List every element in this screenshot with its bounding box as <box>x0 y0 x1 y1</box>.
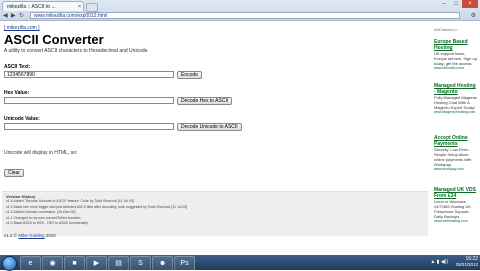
window-controls: – □ × <box>438 0 478 8</box>
close-window-icon[interactable]: × <box>462 0 478 8</box>
minecraft-icon[interactable]: ■ <box>64 256 85 271</box>
ad-choices-label[interactable]: AdChoices ▷ <box>434 27 458 32</box>
start-button[interactable] <box>2 256 17 271</box>
ad-item[interactable]: Managed UK VDS From £34 Linux or Windows… <box>434 187 478 223</box>
ad-description: Security. Low Fees - Simple Setup Allow … <box>434 147 472 167</box>
site-home-link[interactable]: [ mikezilla.com ] <box>4 25 40 31</box>
ascii-label: ASCII Text: <box>4 64 31 70</box>
ad-sidebar: AdChoices ▷ Europe Based Hosting UK supp… <box>432 21 480 255</box>
clear-button[interactable]: Clear <box>4 169 24 177</box>
minimize-icon[interactable]: – <box>438 0 450 8</box>
forward-arrow-icon[interactable]: ▶ <box>11 12 16 19</box>
ad-title[interactable]: Accept Online Payments <box>434 135 478 147</box>
main-content: [ mikezilla.com ] ASCII Converter A util… <box>0 21 430 255</box>
ad-description: Linux or Windows, 24/7/365 Hosting UK Fr… <box>434 199 471 219</box>
page-subtitle: A utility to convert ASCII characters to… <box>4 48 149 54</box>
ad-title[interactable]: Europe Based Hosting <box>434 39 478 51</box>
reload-icon[interactable]: ↻ <box>19 12 24 19</box>
media-player-icon[interactable]: ▶ <box>86 256 107 271</box>
ad-url[interactable]: www.worldpay.com <box>434 167 478 171</box>
ascii-input[interactable]: 1234567890 <box>4 71 174 78</box>
ad-description: UK support team, Europe servers. Sign up… <box>434 51 477 66</box>
browser-chrome: mikezilla :: ASCII to ... × – □ × ◀ ▶ ↻ … <box>0 0 480 21</box>
ad-url[interactable]: www.ukhost4u.com <box>434 66 478 70</box>
ad-item[interactable]: Accept Online Payments Security. Low Fee… <box>434 135 478 171</box>
footer: v1.2 © Mike Golding 2002 <box>4 233 56 238</box>
clock-date: 25/01/2012 <box>455 262 478 267</box>
unicode-input[interactable] <box>4 123 174 130</box>
user-photo-icon[interactable]: ☻ <box>152 256 173 271</box>
ad-item[interactable]: Europe Based Hosting UK support team, Eu… <box>434 39 478 70</box>
clock[interactable]: 16:22 25/01/2012 <box>455 256 478 267</box>
wrench-icon[interactable]: ⚙ <box>471 12 476 19</box>
footer-year: 2002 <box>45 233 56 238</box>
skype-icon[interactable]: S <box>130 256 151 271</box>
windows-taskbar: e ◉ ■ ▶ ▤ S ☻ Ps ▲ ▮ ◀)) 16:22 25/01/201… <box>0 255 480 271</box>
version-history: Version History v1.4 Added "Decode Unico… <box>2 191 428 236</box>
ad-url[interactable]: www.webhosting.com <box>434 219 478 223</box>
close-tab-icon[interactable]: × <box>78 2 81 11</box>
ad-title[interactable]: Managed UK VDS From £34 <box>434 187 478 199</box>
explorer-icon[interactable]: e <box>20 256 41 271</box>
web-page: [ mikezilla.com ] ASCII Converter A util… <box>0 21 480 255</box>
unicode-note: Unicode will display in HTML, so: <box>4 150 78 156</box>
unicode-label: Unicode Value: <box>4 116 40 122</box>
author-link[interactable]: Mike Golding <box>18 233 44 238</box>
photoshop-icon[interactable]: Ps <box>174 256 195 271</box>
encode-button[interactable]: Encode <box>177 71 202 79</box>
hex-label: Hex Value: <box>4 90 30 96</box>
ad-title[interactable]: Managed Hosting - Magento <box>434 83 478 95</box>
folder-icon[interactable]: ▤ <box>108 256 129 271</box>
back-arrow-icon[interactable]: ◀ <box>3 12 8 19</box>
chrome-icon[interactable]: ◉ <box>42 256 63 271</box>
ad-description: Fully Managed Magento Hosting Chat With … <box>434 95 477 110</box>
history-item: v1.0 Basic ASCII to HEX - HEX to ASCII f… <box>6 221 89 226</box>
system-tray-icons[interactable]: ▲ ▮ ◀)) <box>430 259 448 265</box>
ad-item[interactable]: Managed Hosting - Magento Fully Managed … <box>434 83 478 114</box>
tab-title: mikezilla :: ASCII to ... <box>7 4 56 10</box>
nav-row: ◀ ▶ ↻ www.mikezilla.com/exp0012.html ⚙ <box>0 11 480 20</box>
address-bar[interactable]: www.mikezilla.com/exp0012.html <box>30 12 460 19</box>
decode-hex-button[interactable]: Decode Hex to ASCII <box>177 97 233 105</box>
page-title: ASCII Converter <box>4 32 104 47</box>
browser-tab[interactable]: mikezilla :: ASCII to ... × <box>2 1 84 11</box>
ad-url[interactable]: www.MagentoHosting.com <box>434 110 478 114</box>
hex-input[interactable] <box>4 97 174 104</box>
maximize-icon[interactable]: □ <box>450 0 462 8</box>
footer-prefix: v1.2 © <box>4 233 18 238</box>
decode-unicode-button[interactable]: Decode Unicode to ASCII <box>177 123 242 131</box>
